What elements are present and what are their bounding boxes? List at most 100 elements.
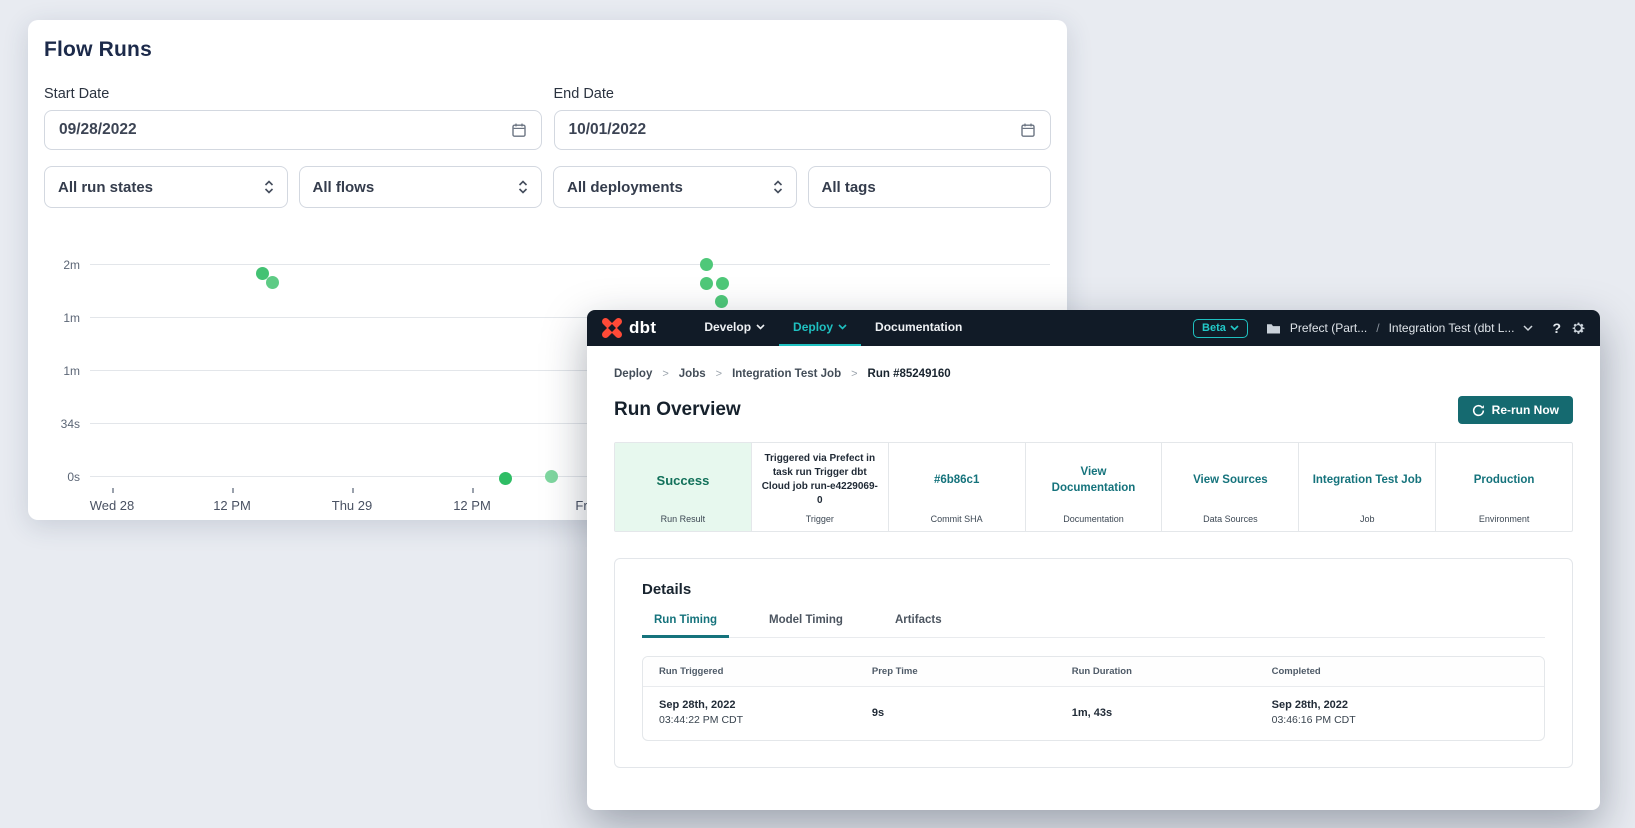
chevron-down-icon <box>1523 325 1533 332</box>
chevron-down-icon <box>838 324 847 330</box>
beta-badge[interactable]: Beta <box>1193 319 1248 338</box>
card-label: Documentation <box>1026 514 1162 524</box>
breadcrumb-item: Run #85249160 <box>868 368 951 380</box>
dbt-logo[interactable]: dbt <box>601 317 656 339</box>
x-tick-label: 12 PM <box>197 498 267 513</box>
nav-item-label: Deploy <box>793 320 833 334</box>
cell-main-value: Sep 28th, 2022 <box>659 699 872 711</box>
dbt-cloud-window: dbt Develop Deploy Documentation Beta Pref… <box>587 310 1600 810</box>
grid-line <box>90 264 1050 265</box>
x-tick-label: 12 PM <box>437 498 507 513</box>
x-tick-label: Thu 29 <box>317 498 387 513</box>
breadcrumb-item[interactable]: Integration Test Job <box>732 368 841 380</box>
tags-select[interactable]: All tags <box>808 166 1052 208</box>
breadcrumb-item[interactable]: Deploy <box>614 368 652 380</box>
select-value: All run states <box>58 179 264 196</box>
card-value[interactable]: Production <box>1474 472 1535 488</box>
end-date-input[interactable]: 10/01/2022 <box>554 110 1052 150</box>
details-panel: Details Run TimingModel TimingArtifacts … <box>614 558 1573 768</box>
table-cell: 9s <box>872 707 1072 719</box>
project-selector[interactable]: Prefect (Part... <box>1290 321 1367 335</box>
page-title: Run Overview <box>614 399 741 421</box>
refresh-icon <box>1472 404 1485 417</box>
nav-item-develop[interactable]: Develop <box>690 310 779 346</box>
breadcrumb-separator: > <box>716 368 722 380</box>
card-label: Environment <box>1436 514 1572 524</box>
deployments-select[interactable]: All deployments <box>553 166 797 208</box>
nav-item-documentation[interactable]: Documentation <box>861 310 976 346</box>
card-label: Commit SHA <box>889 514 1025 524</box>
end-date-label: End Date <box>554 86 1052 102</box>
details-title: Details <box>642 581 1545 598</box>
breadcrumb: Deploy>Jobs>Integration Test Job>Run #85… <box>614 368 1573 380</box>
nav-item-deploy[interactable]: Deploy <box>779 310 861 346</box>
summary-card-commit-sha[interactable]: #6b86c1 Commit SHA <box>889 443 1026 531</box>
chevron-down-icon <box>1230 325 1239 331</box>
y-tick-label: 34s <box>28 417 80 431</box>
run-timing-table: Run TriggeredPrep TimeRun DurationComple… <box>642 656 1545 741</box>
cell-main-value: 9s <box>872 707 1072 719</box>
card-value[interactable]: #6b86c1 <box>934 472 979 488</box>
calendar-icon[interactable] <box>1020 122 1036 138</box>
help-icon[interactable]: ? <box>1552 320 1561 336</box>
card-value[interactable]: View Documentation <box>1051 464 1137 496</box>
table-header-cell: Prep Time <box>872 666 1072 677</box>
flow-runs-title: Flow Runs <box>44 38 1051 62</box>
cell-main-value: Sep 28th, 2022 <box>1272 699 1528 711</box>
environment-selector[interactable]: Integration Test (dbt L... <box>1389 321 1515 335</box>
run-states-select[interactable]: All run states <box>44 166 288 208</box>
dbt-navbar: dbt Develop Deploy Documentation Beta Pref… <box>587 310 1600 346</box>
tab-run-timing[interactable]: Run Timing <box>642 614 729 638</box>
flow-run-point[interactable] <box>266 276 279 289</box>
nav-item-label: Documentation <box>875 320 962 334</box>
y-tick-label: 0s <box>28 470 80 484</box>
summary-card-data-sources[interactable]: View Sources Data Sources <box>1162 443 1299 531</box>
table-row: Sep 28th, 202203:44:22 PM CDT9s1m, 43sSe… <box>643 687 1544 740</box>
start-date-value: 09/28/2022 <box>59 121 511 139</box>
flow-run-point[interactable] <box>545 470 558 483</box>
breadcrumb-item[interactable]: Jobs <box>679 368 706 380</box>
table-cell: 1m, 43s <box>1072 707 1272 719</box>
chevron-updown-icon <box>518 180 528 194</box>
dbt-brand-text: dbt <box>629 318 656 338</box>
folder-icon <box>1266 322 1281 335</box>
flow-run-point[interactable] <box>499 472 512 485</box>
summary-card-job[interactable]: Integration Test JobJob <box>1299 443 1436 531</box>
table-header-cell: Completed <box>1272 666 1528 677</box>
cell-main-value: 1m, 43s <box>1072 707 1272 719</box>
flows-select[interactable]: All flows <box>299 166 543 208</box>
breadcrumb-separator: > <box>851 368 857 380</box>
calendar-icon[interactable] <box>511 122 527 138</box>
dbt-logo-icon <box>601 317 623 339</box>
rerun-now-label: Re-run Now <box>1492 403 1559 417</box>
summary-card-documentation[interactable]: View Documentation Documentation <box>1026 443 1163 531</box>
summary-card-run-result: Success Run Result <box>615 443 752 531</box>
flow-run-point[interactable] <box>700 258 713 271</box>
card-label: Data Sources <box>1162 514 1298 524</box>
y-tick-label: 2m <box>28 258 80 272</box>
end-date-value: 10/01/2022 <box>569 121 1021 139</box>
gear-icon[interactable] <box>1570 320 1586 336</box>
tab-model-timing[interactable]: Model Timing <box>757 614 855 638</box>
card-value[interactable]: View Sources <box>1193 472 1268 488</box>
flow-run-point[interactable] <box>700 277 713 290</box>
card-label: Run Result <box>615 514 751 524</box>
chevron-updown-icon <box>264 180 274 194</box>
summary-card-environment[interactable]: Production Environment <box>1436 443 1572 531</box>
x-tick-mark <box>232 488 234 493</box>
card-value: Success <box>657 473 710 488</box>
cell-sub-value: 03:44:22 PM CDT <box>659 714 872 726</box>
rerun-now-button[interactable]: Re-run Now <box>1458 396 1573 424</box>
x-tick-mark <box>112 488 114 493</box>
table-cell: Sep 28th, 2022 03:44:22 PM CDT <box>659 699 872 726</box>
table-header-cell: Run Duration <box>1072 666 1272 677</box>
tab-artifacts[interactable]: Artifacts <box>883 614 954 638</box>
start-date-input[interactable]: 09/28/2022 <box>44 110 542 150</box>
select-value: All tags <box>822 179 1038 196</box>
table-cell: Sep 28th, 202203:46:16 PM CDT <box>1272 699 1528 726</box>
flow-run-point[interactable] <box>716 277 729 290</box>
flow-run-point[interactable] <box>715 295 728 308</box>
card-value[interactable]: Integration Test Job <box>1313 472 1422 488</box>
select-value: All deployments <box>567 179 773 196</box>
card-value: Triggered via Prefect in task run Trigge… <box>761 452 879 508</box>
